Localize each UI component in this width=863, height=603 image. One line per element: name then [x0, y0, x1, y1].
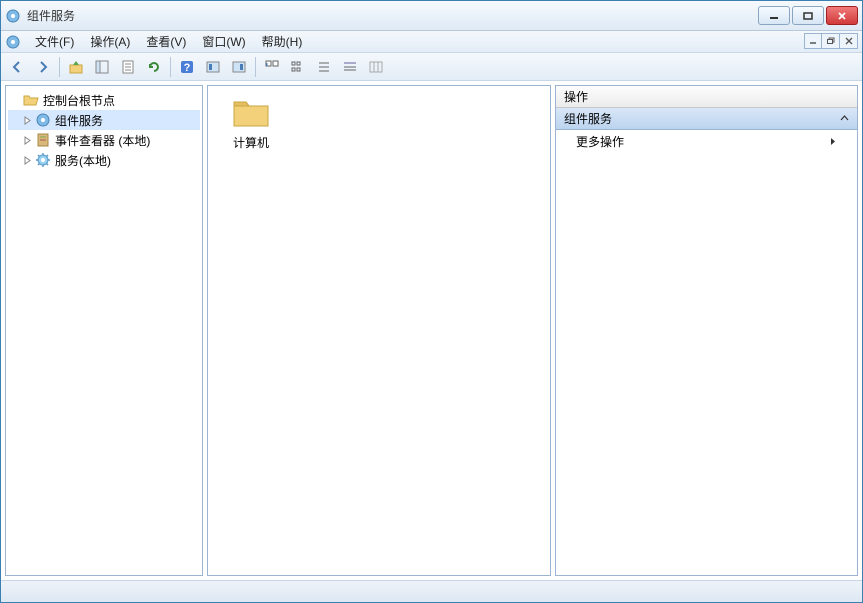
tool-button-1[interactable] — [201, 55, 225, 79]
expander-icon[interactable] — [22, 155, 33, 166]
view-details-button[interactable] — [338, 55, 362, 79]
action-label: 更多操作 — [576, 133, 624, 150]
menu-view[interactable]: 查看(V) — [138, 31, 194, 52]
menu-file[interactable]: 文件(F) — [27, 31, 82, 52]
tree-node-component-services[interactable]: 组件服务 — [8, 110, 200, 130]
view-small-icons-button[interactable] — [286, 55, 310, 79]
statusbar — [1, 580, 862, 602]
up-button[interactable] — [64, 55, 88, 79]
window-controls — [758, 6, 858, 25]
tree-node-label: 服务(本地) — [55, 152, 111, 169]
event-viewer-icon — [35, 132, 51, 148]
window-title: 组件服务 — [27, 7, 758, 24]
tree-node-label: 事件查看器 (本地) — [55, 132, 150, 149]
toolbar-separator — [255, 57, 256, 77]
view-large-icons-button[interactable] — [260, 55, 284, 79]
titlebar: 组件服务 — [1, 1, 862, 31]
folder-open-icon — [23, 92, 39, 108]
app-window: 组件服务 文件(F) 操作(A) 查看(V) 窗口(W) 帮助(H) ? — [0, 0, 863, 603]
view-extra-button[interactable] — [364, 55, 388, 79]
view-list-button[interactable] — [312, 55, 336, 79]
client-area: 控制台根节点 组件服务 事件查看器 (本地) 服务(本地) — [1, 81, 862, 580]
close-button[interactable] — [826, 6, 858, 25]
app-icon — [5, 8, 21, 24]
content-item-computers[interactable]: 计算机 — [216, 94, 286, 151]
expander-icon[interactable] — [22, 115, 33, 126]
mdi-close-button[interactable] — [840, 33, 858, 49]
expander-icon — [10, 95, 21, 106]
help-button[interactable]: ? — [175, 55, 199, 79]
menu-help[interactable]: 帮助(H) — [254, 31, 311, 52]
actions-pane: 操作 组件服务 更多操作 — [555, 85, 858, 576]
collapse-up-icon — [840, 114, 849, 123]
show-hide-tree-button[interactable] — [90, 55, 114, 79]
minimize-button[interactable] — [758, 6, 790, 25]
actions-section-header[interactable]: 组件服务 — [556, 108, 857, 130]
gear-icon — [35, 152, 51, 168]
forward-button[interactable] — [31, 55, 55, 79]
menubar: 文件(F) 操作(A) 查看(V) 窗口(W) 帮助(H) — [1, 31, 862, 53]
component-services-icon — [35, 112, 51, 128]
tree-node-services[interactable]: 服务(本地) — [8, 150, 200, 170]
folder-icon — [231, 94, 271, 130]
tree-root-node[interactable]: 控制台根节点 — [8, 90, 200, 110]
toolbar-separator — [59, 57, 60, 77]
tree-node-label: 控制台根节点 — [43, 92, 115, 109]
content-pane: 计算机 — [207, 85, 551, 576]
chevron-right-icon — [830, 137, 837, 146]
tree: 控制台根节点 组件服务 事件查看器 (本地) 服务(本地) — [6, 86, 202, 174]
menu-window[interactable]: 窗口(W) — [194, 31, 253, 52]
actions-section-label: 组件服务 — [564, 110, 612, 127]
menubar-app-icon — [5, 34, 21, 50]
tree-node-event-viewer[interactable]: 事件查看器 (本地) — [8, 130, 200, 150]
expander-icon[interactable] — [22, 135, 33, 146]
mdi-controls — [804, 33, 858, 49]
tool-button-2[interactable] — [227, 55, 251, 79]
actions-body: 更多操作 — [556, 130, 857, 575]
tree-node-label: 组件服务 — [55, 112, 103, 129]
maximize-button[interactable] — [792, 6, 824, 25]
content-item-label: 计算机 — [233, 134, 269, 151]
tree-pane: 控制台根节点 组件服务 事件查看器 (本地) 服务(本地) — [5, 85, 203, 576]
content-items: 计算机 — [208, 86, 550, 159]
svg-text:?: ? — [184, 62, 191, 74]
toolbar-separator — [170, 57, 171, 77]
action-more-actions[interactable]: 更多操作 — [556, 130, 857, 152]
refresh-button[interactable] — [142, 55, 166, 79]
toolbar: ? — [1, 53, 862, 81]
back-button[interactable] — [5, 55, 29, 79]
mdi-minimize-button[interactable] — [804, 33, 822, 49]
actions-pane-header: 操作 — [556, 86, 857, 108]
mdi-restore-button[interactable] — [822, 33, 840, 49]
properties-button[interactable] — [116, 55, 140, 79]
menu-action[interactable]: 操作(A) — [82, 31, 138, 52]
